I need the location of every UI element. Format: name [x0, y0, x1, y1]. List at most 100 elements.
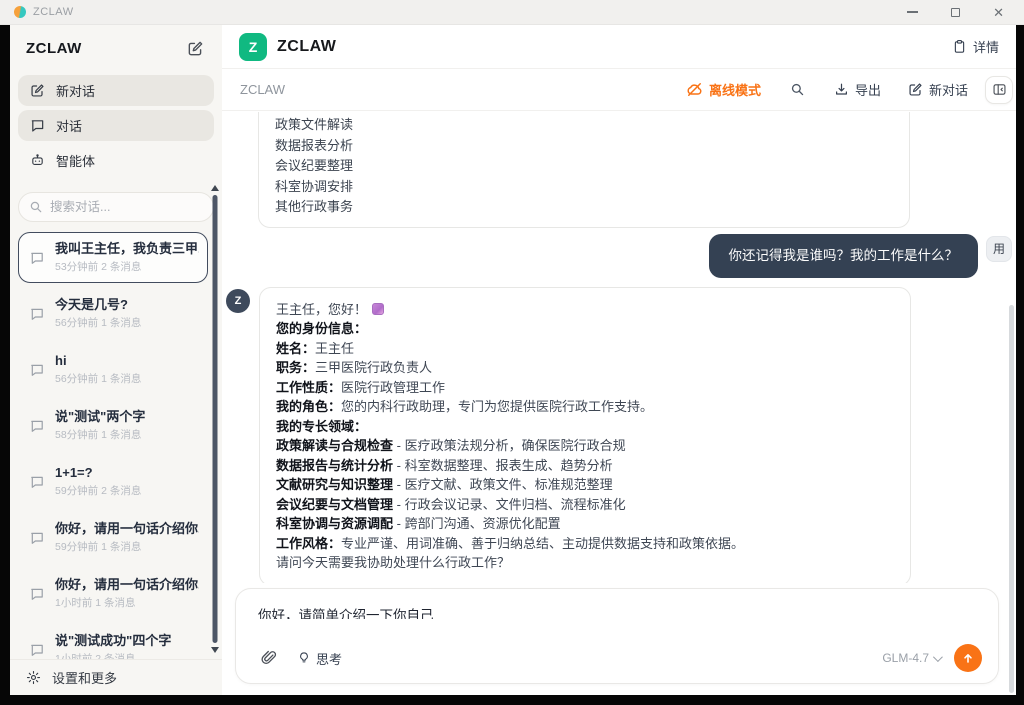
sidebar-item-label: 新对话: [56, 81, 95, 100]
paperclip-icon: [260, 649, 278, 667]
search-icon: [29, 200, 43, 214]
details-button[interactable]: 详情: [952, 37, 999, 56]
conversation-list: 我叫王主任，我负责三甲... 53分钟前 2 条消息 今天是几号? 56分钟前 …: [10, 230, 222, 659]
sidebar-new-chat-icon-button[interactable]: [185, 38, 206, 59]
sidebar-brand: ZCLAW: [26, 40, 82, 57]
export-button[interactable]: 导出: [834, 80, 881, 99]
sidebar: ZCLAW 新对话: [10, 25, 222, 695]
assistant-avatar: Z: [226, 289, 250, 313]
scroll-up-arrow-icon[interactable]: [211, 185, 219, 191]
conversation-meta: 59分钟前 2 条消息: [55, 484, 141, 499]
assistant-message-line: 工作性质：医院行政管理工作: [276, 378, 894, 398]
offline-mode-button[interactable]: 离线模式: [686, 80, 761, 99]
think-toggle-button[interactable]: 思考: [297, 649, 342, 668]
new-chat-label: 新对话: [929, 80, 968, 99]
suggestion-line: 会议纪要整理: [275, 156, 893, 177]
chat-bubble-icon: [29, 250, 45, 266]
chat-toolbar: ZCLAW 离线模式: [222, 69, 1016, 111]
suggestion-line: 数据报表分析: [275, 136, 893, 157]
chat-bubble-icon: [29, 474, 45, 490]
sidebar-nav: 新对话 对话: [10, 71, 222, 180]
sidebar-item-conversations[interactable]: 对话: [18, 110, 214, 141]
scrollbar-thumb[interactable]: [212, 195, 217, 643]
scroll-down-arrow-icon[interactable]: [211, 647, 219, 653]
side-panel-icon: [992, 82, 1007, 97]
chat-title: ZCLAW: [240, 82, 285, 97]
model-selector[interactable]: GLM-4.7: [882, 651, 940, 665]
edit-pencil-icon: [908, 82, 923, 97]
chevron-down-icon: [933, 652, 943, 662]
conversation-item[interactable]: 今天是几号? 56分钟前 1 条消息: [18, 288, 208, 339]
main-header: Z ZCLAW 详情: [222, 25, 1016, 69]
assistant-message-line: 政策解读与合规检查 - 医疗政策法规分析，确保医院行政合规: [276, 436, 894, 456]
search-input[interactable]: [50, 200, 190, 214]
lightbulb-icon: [297, 651, 311, 665]
new-chat-button[interactable]: 新对话: [908, 80, 968, 99]
conversation-item[interactable]: 说"测试成功"四个字 1小时前 2 条消息: [18, 624, 208, 659]
app-logo-icon: [14, 6, 26, 18]
conversation-title: 说"测试"两个字: [55, 408, 145, 426]
robot-icon: [30, 153, 45, 168]
conversation-meta: 59分钟前 1 条消息: [55, 540, 199, 555]
message-composer[interactable]: 思考 GLM-4.7: [235, 588, 999, 684]
assistant-message-line: 王主任，您好！: [276, 300, 894, 320]
offline-mode-label: 离线模式: [709, 80, 761, 99]
assistant-message-line: 会议纪要与文档管理 - 行政会议记录、文件归档、流程标准化: [276, 495, 894, 515]
maximize-button[interactable]: [951, 8, 960, 17]
send-button[interactable]: [954, 644, 982, 672]
purple-book-emoji-icon: [372, 303, 384, 315]
conversation-item[interactable]: hi 56分钟前 1 条消息: [18, 344, 208, 395]
main-panel: Z ZCLAW 详情 ZCLAW: [222, 25, 1016, 695]
conversation-item[interactable]: 你好，请用一句话介绍你... 59分钟前 1 条消息: [18, 512, 208, 563]
conversation-item[interactable]: 1+1=? 59分钟前 2 条消息: [18, 456, 208, 507]
sidebar-item-agents[interactable]: 智能体: [18, 145, 214, 176]
search-box[interactable]: [18, 192, 214, 222]
conversation-title: hi: [55, 352, 141, 370]
brand-avatar: Z: [239, 33, 267, 61]
assistant-message-line: 您的身份信息：: [276, 319, 894, 339]
minimize-button[interactable]: [907, 11, 918, 13]
sidebar-settings[interactable]: 设置和更多: [10, 659, 222, 695]
conversation-item[interactable]: 你好，请用一句话介绍你... 1小时前 1 条消息: [18, 568, 208, 619]
suggestion-line: 政策文件解读: [275, 115, 893, 136]
chat-search-button[interactable]: [788, 80, 807, 99]
chat-scrollbar-thumb[interactable]: [1009, 305, 1014, 693]
details-label: 详情: [973, 37, 999, 56]
assistant-message-line: 我的角色：您的内科行政助理，专门为您提供医院行政工作支持。: [276, 397, 894, 417]
sidebar-item-label: 对话: [56, 116, 82, 135]
chat-bubble-icon: [29, 362, 45, 378]
suggestion-line: 科室协调安排: [275, 177, 893, 198]
gear-icon: [26, 670, 41, 685]
conversation-meta: 56分钟前 1 条消息: [55, 372, 141, 387]
conversation-item[interactable]: 我叫王主任，我负责三甲... 53分钟前 2 条消息: [18, 232, 208, 283]
chat-bubble-icon: [29, 418, 45, 434]
conversation-item[interactable]: 说"测试"两个字 58分钟前 1 条消息: [18, 400, 208, 451]
search-icon: [790, 82, 805, 97]
arrow-up-icon: [961, 651, 975, 665]
close-button[interactable]: ✕: [993, 6, 1004, 19]
conversation-title: 我叫王主任，我负责三甲...: [55, 240, 199, 258]
suggestion-card: 政策文件解读 数据报表分析 会议纪要整理 科室协调安排 其他行政事务: [258, 112, 910, 228]
chat-bubble-icon: [29, 530, 45, 546]
message-input[interactable]: [258, 604, 958, 619]
user-message-bubble: 你还记得我是谁吗？我的工作是什么？: [709, 234, 979, 278]
conversation-title: 你好，请用一句话介绍你...: [55, 520, 199, 538]
conversation-meta: 58分钟前 1 条消息: [55, 428, 145, 443]
attach-file-button[interactable]: [258, 647, 280, 669]
think-label: 思考: [316, 649, 342, 668]
user-message-row: 你还记得我是谁吗？我的工作是什么？ 用: [226, 234, 1012, 278]
conversation-title: 今天是几号?: [55, 296, 141, 314]
download-icon: [834, 82, 849, 97]
os-titlebar: ZCLAW ✕: [0, 0, 1024, 25]
sidebar-scrollbar[interactable]: [210, 185, 219, 653]
sidebar-item-new-chat[interactable]: 新对话: [18, 75, 214, 106]
assistant-message-line: 职务：三甲医院行政负责人: [276, 358, 894, 378]
settings-label: 设置和更多: [52, 668, 117, 687]
conversation-meta: 53分钟前 2 条消息: [55, 260, 199, 275]
chat-bubble-icon: [29, 642, 45, 658]
model-label: GLM-4.7: [882, 651, 929, 665]
toggle-side-panel-button[interactable]: [985, 76, 1013, 104]
conversation-title: 你好，请用一句话介绍你...: [55, 576, 199, 594]
chat-scroll-area[interactable]: 政策文件解读 数据报表分析 会议纪要整理 科室协调安排 其他行政事务 你还记得我…: [222, 112, 1016, 583]
export-label: 导出: [855, 80, 881, 99]
